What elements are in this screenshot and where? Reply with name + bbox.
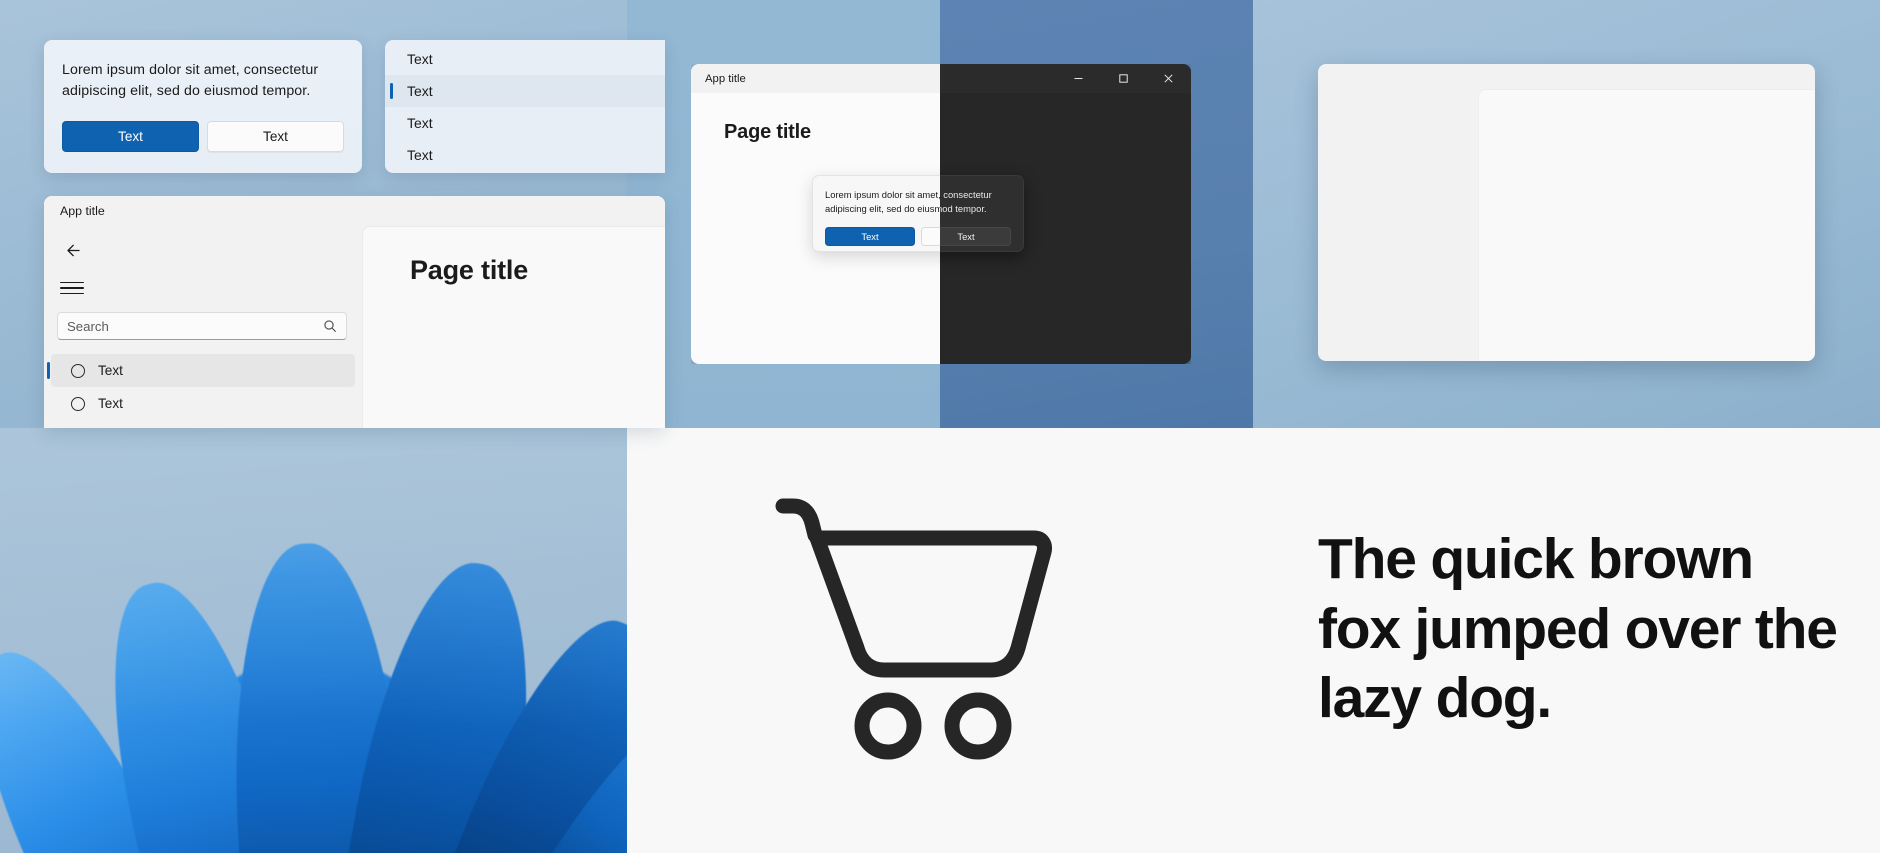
dialog-body-text: Lorem ipsum dolor sit amet, consectetur … bbox=[825, 189, 940, 215]
navigation-app-window: App title Search Text Text Page title bbox=[44, 196, 665, 428]
app-body: Search Text Text Page title bbox=[44, 226, 665, 428]
sidebar-item-text-1[interactable]: Text bbox=[47, 354, 355, 387]
minimize-button[interactable] bbox=[1056, 64, 1101, 93]
maximize-icon bbox=[1119, 74, 1128, 83]
windows-bloom-wallpaper bbox=[0, 428, 627, 853]
hamburger-icon-line bbox=[60, 287, 84, 289]
maximize-button[interactable] bbox=[1101, 64, 1146, 93]
design-showcase-board: Lorem ipsum dolor sit amet, consectetur … bbox=[0, 0, 1880, 853]
dialog-body-text: Lorem ipsum dolor sit amet, consectetur … bbox=[940, 189, 992, 215]
dialog-button-row: Text Text bbox=[62, 121, 344, 153]
dark-theme-half: App title bbox=[940, 64, 1191, 364]
dialog-secondary-button[interactable]: Text bbox=[940, 227, 1011, 247]
page-title: Page title bbox=[410, 255, 529, 285]
search-placeholder: Search bbox=[67, 318, 109, 334]
light-theme-half: App title Page title Lorem ipsum dolor s… bbox=[691, 64, 940, 364]
navigation-sidebar: Search Text Text bbox=[44, 226, 362, 428]
app-titlebar: App title bbox=[44, 196, 665, 226]
cart-wheel-right-icon bbox=[944, 692, 1012, 759]
dialog-secondary-button[interactable]: Text bbox=[207, 121, 344, 153]
app-title-label: App title bbox=[705, 72, 746, 85]
search-icon[interactable] bbox=[323, 319, 337, 333]
page-title: Page title bbox=[724, 121, 811, 143]
dialog-primary-button[interactable]: Text bbox=[825, 227, 915, 247]
content-pane: Page title bbox=[362, 226, 665, 428]
list-item[interactable]: Text bbox=[385, 107, 665, 139]
app-window-dark: App title bbox=[940, 64, 1191, 364]
minimize-icon bbox=[1074, 78, 1083, 79]
dialog-body-text: Lorem ipsum dolor sit amet, consectetur … bbox=[62, 62, 319, 99]
cart-wheel-left-icon bbox=[854, 692, 922, 759]
app-titlebar-dark: App title bbox=[940, 64, 1191, 93]
sidebar-item-text-2[interactable]: Text bbox=[51, 387, 355, 420]
cart-icon-showcase bbox=[760, 480, 1080, 780]
list-view-panel: Text Text Text Text bbox=[385, 40, 665, 173]
list-item[interactable]: Text bbox=[385, 75, 665, 107]
hamburger-menu-button[interactable] bbox=[57, 274, 87, 302]
typography-specimen: The quick brown fox jumped over the lazy… bbox=[1318, 527, 1838, 731]
circle-icon bbox=[71, 363, 85, 378]
dialog-button-row: Text Text bbox=[940, 227, 1011, 247]
app-titlebar-light: App title bbox=[691, 64, 940, 93]
hamburger-icon-line bbox=[60, 281, 84, 284]
sidebar-item-label: Text bbox=[98, 363, 123, 378]
app-title-label: App title bbox=[60, 204, 105, 218]
list-item[interactable]: Text bbox=[385, 43, 665, 75]
back-button[interactable] bbox=[57, 236, 87, 264]
theme-comparison-window: App title Page title Lorem ipsum dolor s… bbox=[691, 64, 1191, 364]
app-window-light: App title Page title Lorem ipsum dolor s… bbox=[691, 64, 940, 364]
close-button[interactable] bbox=[1146, 64, 1191, 93]
search-input[interactable]: Search bbox=[57, 312, 347, 340]
window-controls bbox=[1056, 64, 1191, 93]
dialog-primary-button[interactable]: Text bbox=[62, 121, 199, 153]
content-dialog: Lorem ipsum dolor sit amet, consectetur … bbox=[812, 175, 940, 252]
background-panel-bottom-left bbox=[0, 428, 627, 853]
circle-icon bbox=[71, 396, 85, 411]
arrow-left-icon bbox=[66, 244, 80, 256]
empty-app-window bbox=[1318, 64, 1815, 361]
navigation-item-list: Text Text bbox=[44, 354, 362, 420]
wallpaper-overlay bbox=[0, 428, 627, 853]
dialog-button-row: Text Text bbox=[825, 227, 940, 247]
empty-content-pane bbox=[1478, 89, 1815, 361]
hamburger-icon-line bbox=[60, 292, 84, 295]
list-item[interactable]: Text bbox=[385, 139, 665, 171]
shopping-cart-icon bbox=[775, 498, 1052, 759]
content-dialog-card: Lorem ipsum dolor sit amet, consectetur … bbox=[44, 40, 362, 173]
empty-sidebar bbox=[1318, 64, 1478, 361]
content-dialog: Lorem ipsum dolor sit amet, consectetur … bbox=[940, 175, 1024, 252]
dialog-secondary-button[interactable]: Text bbox=[921, 227, 940, 247]
sidebar-item-label: Text bbox=[98, 396, 123, 411]
close-icon bbox=[1164, 74, 1173, 83]
